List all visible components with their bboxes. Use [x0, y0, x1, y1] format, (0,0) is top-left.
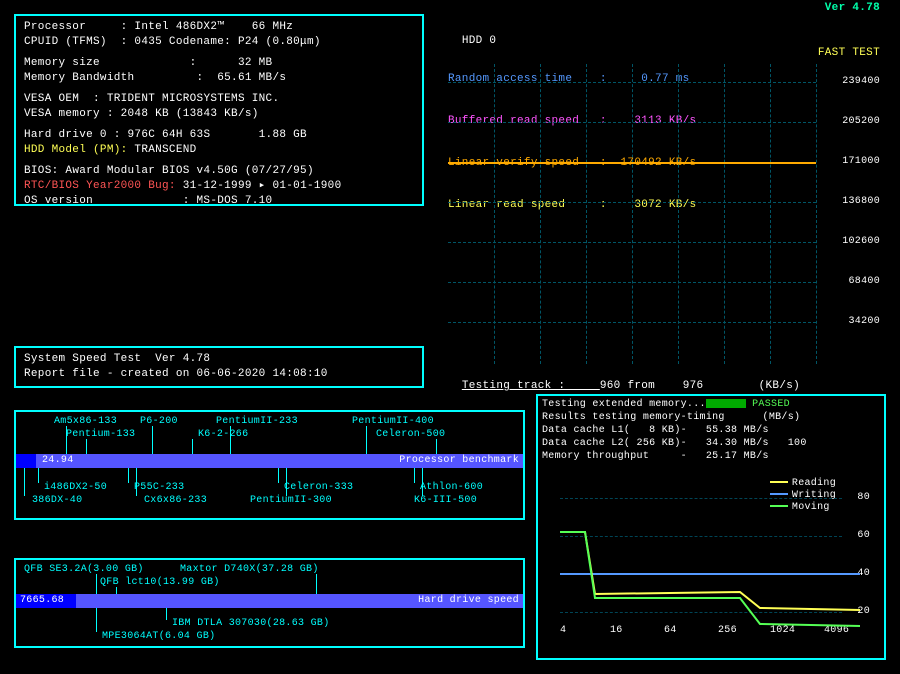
os-label: OS version :: [24, 195, 197, 207]
cpu-bench-title: Processor benchmark: [399, 454, 519, 468]
mem-graph: 80 60 40 20 4 16 64 256 1024 4096: [542, 468, 874, 654]
l1-value: 55.38 MB/s: [706, 425, 769, 436]
report-file: Report file - created on 06-06-2020 14:0…: [24, 367, 414, 382]
thr-value: 25.17 MB/s: [706, 451, 769, 462]
mem-testing-label: Testing extended memory...: [542, 399, 706, 410]
report-title: System Speed Test Ver 4.78: [24, 352, 414, 367]
track-tot: 976: [683, 380, 704, 392]
hd-top-2: QFB lct10(13.99 GB): [100, 577, 220, 588]
cpu-bot-1: P55C-233: [134, 482, 184, 493]
processor-label: Processor :: [24, 21, 134, 33]
mem-results-label: Results testing memory-timing (MB/s): [542, 411, 880, 424]
cpu-bench-bar: 24.94 Processor benchmark: [16, 454, 523, 468]
thr-label: Memory throughput -: [542, 451, 706, 462]
hdd-y-0: 239400: [842, 76, 880, 87]
cpu-top-2: PentiumII-233: [216, 416, 298, 427]
version-label: Ver 4.78: [825, 2, 880, 14]
track-label: Testing track :: [462, 380, 600, 392]
vesaoem-label: VESA OEM :: [24, 93, 107, 105]
hd0-value: 976C 64H 63S 1.88 GB: [128, 129, 307, 141]
hdd-y-2: 171000: [842, 156, 880, 167]
cpu-top-0: Am5x86-133: [54, 416, 117, 427]
track-mid: from: [621, 380, 683, 392]
l2-label: Data cache L2( 256 KB)-: [542, 438, 706, 449]
mem-passed: PASSED: [746, 399, 790, 410]
hddmodel-label: HDD Model (PM):: [24, 144, 134, 156]
hd-benchmark-panel: QFB SE3.2A(3.00 GB) Maxtor D740X(37.28 G…: [14, 558, 525, 648]
rtc-label: RTC/BIOS Year2000 Bug:: [24, 180, 183, 192]
bios-label: BIOS:: [24, 165, 65, 177]
hddmodel-value: TRANSCEND: [134, 144, 196, 156]
cpu-bot-7: K6-III-500: [414, 495, 477, 506]
l2-value: 34.30 MB/s: [706, 438, 769, 449]
hd-bench-title: Hard drive speed: [418, 594, 519, 608]
cpu-bot-3: Athlon-600: [420, 482, 483, 493]
cpuid-label: CPUID (TFMS) :: [24, 36, 134, 48]
rtc-value: 31-12-1999 ▸ 01-01-1900: [183, 180, 342, 192]
memsize-label: Memory size :: [24, 57, 238, 69]
mem-lines-svg: [560, 468, 860, 628]
cpu-top-6: Celeron-500: [376, 429, 445, 440]
memsize-value: 32 MB: [238, 57, 273, 69]
cpu-bench-value: 24.94: [42, 454, 74, 468]
cpu-top-1: P6-200: [140, 416, 178, 427]
cpuid-value: 0435 Codename: P24 (0.80μm): [134, 36, 320, 48]
memory-panel: Testing extended memory... PASSED Result…: [536, 394, 886, 660]
system-info-panel: Processor : Intel 486DX2™ 66 MHz CPUID (…: [14, 14, 424, 206]
testing-track: Testing track : 960 from 976 (KB/s): [448, 368, 880, 392]
cpu-top-4: Pentium-133: [66, 429, 135, 440]
membw-label: Memory Bandwidth :: [24, 72, 217, 84]
os-value: MS-DOS 7.10: [197, 195, 273, 207]
l1-label: Data cache L1( 8 KB)-: [542, 425, 706, 436]
cpu-bot-4: 386DX-40: [32, 495, 82, 506]
vesamem-label: VESA memory :: [24, 108, 121, 120]
processor-value: Intel 486DX2™ 66 MHz: [134, 21, 293, 33]
hd-bench-bar: 7665.68 Hard drive speed: [16, 594, 523, 608]
hd-top-0: QFB SE3.2A(3.00 GB): [24, 564, 144, 575]
hdd-verify-line: [448, 162, 816, 164]
cpu-benchmark-panel: Am5x86-133 P6-200 PentiumII-233 PentiumI…: [14, 410, 525, 520]
hdd-graph: 239400 205200 171000 136800 102600 68400…: [448, 64, 880, 370]
cpu-bot-2: Celeron-333: [284, 482, 353, 493]
hdd-y-1: 205200: [842, 116, 880, 127]
hd-bot-0: IBM DTLA 307030(28.63 GB): [172, 618, 330, 629]
hd0-label: Hard drive 0 :: [24, 129, 128, 141]
hd-bot-1: MPE3064AT(6.04 GB): [102, 631, 215, 642]
vesaoem-value: TRIDENT MICROSYSTEMS INC.: [107, 93, 280, 105]
cpu-bot-0: i486DX2-50: [44, 482, 107, 493]
hdd-y-4: 102600: [842, 236, 880, 247]
hdd-y-5: 68400: [848, 276, 880, 287]
cpu-bot-5: Cx6x86-233: [144, 495, 207, 506]
vesamem-value: 2048 KB (13843 KB/s): [121, 108, 259, 120]
hd-bench-value: 7665.68: [20, 594, 64, 608]
hdd-y-6: 34200: [848, 316, 880, 327]
cpu-top-5: K6-2-266: [198, 429, 248, 440]
cpu-top-3: PentiumII-400: [352, 416, 434, 427]
l2-extra: 100: [769, 438, 807, 449]
progress-bar-icon: [706, 399, 746, 408]
hd-top-1: Maxtor D740X(37.28 GB): [180, 564, 319, 575]
track-unit: (KB/s): [703, 380, 800, 392]
hdd-y-3: 136800: [842, 196, 880, 207]
cpu-bot-6: PentiumII-300: [250, 495, 332, 506]
bios-value: Award Modular BIOS v4.50G (07/27/95): [65, 165, 313, 177]
report-panel: System Speed Test Ver 4.78 Report file -…: [14, 346, 424, 388]
membw-value: 65.61 MB/s: [217, 72, 286, 84]
track-cur: 960: [600, 380, 621, 392]
